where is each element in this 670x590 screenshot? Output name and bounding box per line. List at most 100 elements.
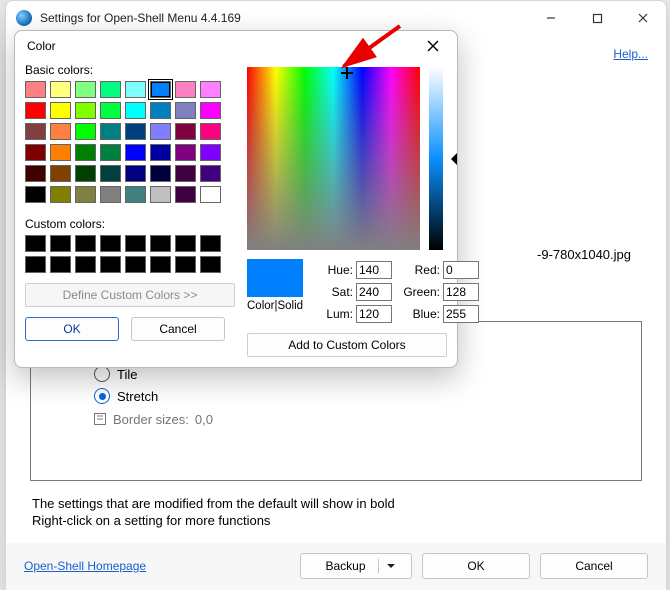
basic-swatch[interactable] (150, 123, 171, 140)
lum-input[interactable] (356, 305, 392, 323)
help-link[interactable]: Help... (613, 47, 648, 61)
hint-text: The settings that are modified from the … (32, 495, 395, 529)
basic-swatch[interactable] (100, 81, 121, 98)
hue-input[interactable] (356, 261, 392, 279)
basic-swatch[interactable] (150, 102, 171, 119)
basic-swatch[interactable] (50, 123, 71, 140)
basic-swatch[interactable] (125, 165, 146, 182)
basic-swatch[interactable] (175, 186, 196, 203)
homepage-link[interactable]: Open-Shell Homepage (24, 559, 146, 573)
define-custom-button[interactable]: Define Custom Colors >> (25, 283, 235, 307)
radio-stretch[interactable]: Stretch (94, 386, 625, 406)
color-preview: Color|Solid (247, 259, 303, 312)
basic-swatch[interactable] (150, 144, 171, 161)
close-button[interactable] (620, 1, 666, 35)
window-title: Settings for Open-Shell Menu 4.4.169 (40, 11, 528, 25)
color-ok-button[interactable]: OK (25, 317, 119, 341)
color-spectrum[interactable] (247, 67, 420, 250)
basic-swatch[interactable] (175, 102, 196, 119)
custom-swatch[interactable] (75, 235, 96, 252)
basic-swatch[interactable] (50, 144, 71, 161)
basic-swatch[interactable] (200, 81, 221, 98)
basic-swatch[interactable] (25, 81, 46, 98)
luminance-slider[interactable] (429, 67, 443, 250)
basic-swatch[interactable] (25, 144, 46, 161)
basic-swatch[interactable] (75, 102, 96, 119)
border-value: 0,0 (195, 412, 213, 427)
basic-swatch[interactable] (100, 102, 121, 119)
basic-swatch[interactable] (50, 102, 71, 119)
custom-swatch[interactable] (25, 256, 46, 273)
red-input[interactable] (443, 261, 479, 279)
ok-button[interactable]: OK (422, 553, 530, 579)
custom-swatch[interactable] (75, 256, 96, 273)
cancel-button[interactable]: Cancel (540, 553, 648, 579)
basic-swatch[interactable] (175, 123, 196, 140)
custom-swatch[interactable] (50, 235, 71, 252)
custom-swatch[interactable] (100, 235, 121, 252)
basic-swatch[interactable] (150, 186, 171, 203)
minimize-button[interactable] (528, 1, 574, 35)
basic-swatch[interactable] (25, 186, 46, 203)
custom-swatch[interactable] (200, 235, 221, 252)
crosshair-icon (341, 67, 353, 79)
basic-swatch[interactable] (75, 81, 96, 98)
basic-swatch[interactable] (100, 165, 121, 182)
sat-input[interactable] (356, 283, 392, 301)
custom-swatch[interactable] (125, 235, 146, 252)
custom-swatch[interactable] (100, 256, 121, 273)
custom-swatch[interactable] (175, 256, 196, 273)
custom-swatch[interactable] (175, 235, 196, 252)
backup-button[interactable]: Backup (300, 553, 412, 579)
custom-swatch[interactable] (150, 235, 171, 252)
basic-swatch[interactable] (200, 186, 221, 203)
basic-swatch[interactable] (175, 144, 196, 161)
basic-swatch[interactable] (75, 144, 96, 161)
basic-swatch[interactable] (150, 165, 171, 182)
radio-icon (94, 388, 110, 404)
basic-swatch[interactable] (25, 165, 46, 182)
border-label: Border sizes: (113, 412, 189, 427)
custom-swatch[interactable] (125, 256, 146, 273)
basic-swatch[interactable] (150, 81, 171, 98)
blue-input[interactable] (443, 305, 479, 323)
basic-swatch[interactable] (100, 186, 121, 203)
color-cancel-button[interactable]: Cancel (131, 317, 225, 341)
luminance-marker-icon (445, 153, 457, 165)
add-to-custom-button[interactable]: Add to Custom Colors (247, 333, 447, 357)
radio-label: Stretch (117, 389, 158, 404)
close-icon[interactable] (419, 32, 447, 60)
green-input[interactable] (443, 283, 479, 301)
border-sizes-row[interactable]: Border sizes: 0,0 (93, 409, 625, 429)
basic-swatch[interactable] (200, 144, 221, 161)
basic-swatch[interactable] (50, 165, 71, 182)
basic-swatch[interactable] (25, 123, 46, 140)
basic-swatch[interactable] (100, 144, 121, 161)
custom-swatch[interactable] (150, 256, 171, 273)
basic-swatch[interactable] (200, 123, 221, 140)
basic-swatch[interactable] (125, 186, 146, 203)
basic-swatch[interactable] (175, 81, 196, 98)
basic-swatch[interactable] (25, 102, 46, 119)
basic-swatch[interactable] (125, 102, 146, 119)
basic-swatch[interactable] (75, 123, 96, 140)
basic-swatch[interactable] (200, 165, 221, 182)
basic-swatch[interactable] (100, 123, 121, 140)
basic-swatch[interactable] (200, 102, 221, 119)
basic-swatch[interactable] (50, 186, 71, 203)
preview-swatch (247, 259, 303, 297)
basic-swatch[interactable] (75, 186, 96, 203)
custom-swatch[interactable] (25, 235, 46, 252)
border-icon (93, 412, 107, 426)
basic-swatch[interactable] (75, 165, 96, 182)
basic-swatch[interactable] (125, 123, 146, 140)
basic-swatch[interactable] (50, 81, 71, 98)
chevron-down-icon (378, 559, 395, 573)
custom-swatch[interactable] (200, 256, 221, 273)
basic-swatch[interactable] (125, 144, 146, 161)
visible-file-text: -9-780x1040.jpg (537, 247, 631, 262)
basic-swatch[interactable] (125, 81, 146, 98)
basic-swatch[interactable] (175, 165, 196, 182)
maximize-button[interactable] (574, 1, 620, 35)
custom-swatch[interactable] (50, 256, 71, 273)
